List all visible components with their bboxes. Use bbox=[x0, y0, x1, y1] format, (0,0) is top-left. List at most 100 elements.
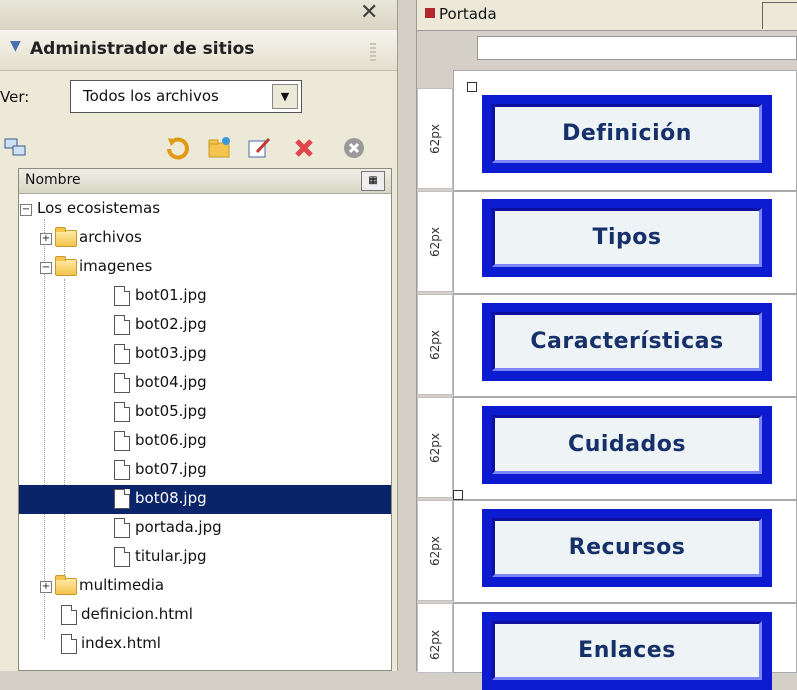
tree-row-root[interactable]: − Los ecosistemas bbox=[19, 195, 391, 224]
edit-icon[interactable] bbox=[246, 134, 274, 162]
tree-row-file[interactable]: portada.jpg bbox=[19, 514, 391, 543]
close-circle-icon[interactable] bbox=[340, 134, 368, 162]
collapse-triangle-icon[interactable]: ▼ bbox=[10, 38, 21, 54]
panel-splitter[interactable] bbox=[397, 0, 417, 671]
grip-icon[interactable] bbox=[370, 43, 376, 61]
tree-item-label: bot04.jpg bbox=[135, 373, 207, 391]
tree-row-file[interactable]: bot04.jpg bbox=[19, 369, 391, 398]
nav-button-definicion[interactable]: Definición bbox=[482, 95, 772, 173]
view-select-value: Todos los archivos bbox=[83, 87, 219, 105]
row-height-text: 62px bbox=[428, 432, 442, 463]
button-label: Enlaces bbox=[492, 621, 762, 680]
close-icon[interactable]: ✕ bbox=[360, 0, 378, 25]
ruler-bar bbox=[477, 36, 797, 60]
tree-row-file[interactable]: index.html bbox=[19, 630, 391, 659]
chevron-down-icon[interactable]: ▼ bbox=[272, 84, 298, 109]
row-height-label: 62px bbox=[417, 397, 453, 498]
expand-icon[interactable]: + bbox=[40, 233, 52, 245]
file-icon bbox=[114, 547, 130, 567]
refresh-icon[interactable] bbox=[164, 134, 192, 162]
tree-item-label: Los ecosistemas bbox=[37, 199, 161, 217]
file-icon bbox=[114, 431, 130, 451]
button-label: Características bbox=[492, 312, 762, 371]
tree-row-file[interactable]: bot01.jpg bbox=[19, 282, 391, 311]
nav-button-recursos[interactable]: Recursos bbox=[482, 509, 772, 587]
view-select[interactable]: Todos los archivos ▼ bbox=[70, 80, 302, 113]
folder-open-icon bbox=[55, 256, 77, 276]
table-cell[interactable]: Cuidados bbox=[453, 397, 797, 500]
document-tab-title[interactable]: Portada bbox=[439, 5, 497, 23]
panel-topbar: ✕ bbox=[0, 0, 397, 31]
view-label: Ver: bbox=[0, 88, 30, 106]
tree-row-file-selected[interactable]: bot08.jpg bbox=[19, 485, 391, 514]
table-cell[interactable]: Características bbox=[453, 294, 797, 397]
nav-button-caracteristicas[interactable]: Características bbox=[482, 303, 772, 381]
file-icon bbox=[61, 605, 77, 625]
file-icon bbox=[114, 402, 130, 422]
tree-row-file[interactable]: bot03.jpg bbox=[19, 340, 391, 369]
collapse-icon[interactable]: − bbox=[20, 204, 32, 216]
tree-row-file[interactable]: titular.jpg bbox=[19, 543, 391, 572]
tree-row-file[interactable]: bot06.jpg bbox=[19, 427, 391, 456]
folder-icon bbox=[55, 575, 77, 595]
collapse-icon[interactable]: − bbox=[40, 262, 52, 274]
connect-icon[interactable] bbox=[2, 134, 30, 162]
tree-row-folder[interactable]: + archivos bbox=[19, 224, 391, 253]
document-icon bbox=[425, 8, 435, 18]
file-icon bbox=[114, 460, 130, 480]
delete-icon[interactable] bbox=[290, 134, 318, 162]
tree-row-file[interactable]: bot02.jpg bbox=[19, 311, 391, 340]
selection-handle[interactable] bbox=[467, 82, 477, 92]
tree-item-label: definicion.html bbox=[81, 605, 193, 623]
tree-item-label: bot03.jpg bbox=[135, 344, 207, 362]
columns-icon[interactable]: ▦ bbox=[361, 171, 385, 191]
button-label: Recursos bbox=[492, 518, 762, 577]
tree-row-file[interactable]: definicion.html bbox=[19, 601, 391, 630]
tree-item-label: portada.jpg bbox=[135, 518, 222, 536]
table-cell[interactable]: Definición bbox=[453, 70, 797, 191]
file-tree[interactable]: Nombre ▦ − Los ecosistemas + archivos − … bbox=[18, 168, 392, 671]
nav-button-cuidados[interactable]: Cuidados bbox=[482, 406, 772, 484]
new-folder-icon[interactable] bbox=[206, 134, 234, 162]
tree-header: Nombre ▦ bbox=[19, 169, 391, 194]
site-manager-panel: ✕ ▼ Administrador de sitios Ver: Todos l… bbox=[0, 0, 397, 671]
file-icon bbox=[114, 489, 130, 509]
tree-item-label: archivos bbox=[79, 228, 142, 246]
button-label: Definición bbox=[492, 104, 762, 163]
tree-item-label: titular.jpg bbox=[135, 547, 207, 565]
selection-handle[interactable] bbox=[453, 490, 463, 500]
table-cell[interactable]: Tipos bbox=[453, 191, 797, 294]
row-height-label: 62px bbox=[417, 500, 453, 601]
file-icon bbox=[114, 373, 130, 393]
button-label: Cuidados bbox=[492, 415, 762, 474]
tree-row-folder[interactable]: + multimedia bbox=[19, 572, 391, 601]
tree-item-label: index.html bbox=[81, 634, 161, 652]
folder-icon bbox=[55, 227, 77, 247]
tree-item-label: bot01.jpg bbox=[135, 286, 207, 304]
expand-icon[interactable]: + bbox=[40, 581, 52, 593]
row-height-text: 62px bbox=[428, 535, 442, 566]
site-toolbar bbox=[0, 128, 397, 168]
nav-button-enlaces[interactable]: Enlaces bbox=[482, 612, 772, 690]
file-icon bbox=[114, 286, 130, 306]
tree-row-file[interactable]: bot05.jpg bbox=[19, 398, 391, 427]
layout-table: 62px 62px 62px 62px 62px 62px Definición… bbox=[417, 70, 797, 690]
column-header-name[interactable]: Nombre bbox=[25, 172, 81, 188]
document-tab-bar: Portada bbox=[417, 0, 797, 31]
row-height-text: 62px bbox=[428, 123, 442, 154]
file-icon bbox=[61, 634, 77, 654]
view-filter-row: Ver: Todos los archivos ▼ bbox=[0, 72, 397, 122]
row-height-text: 62px bbox=[428, 629, 442, 660]
tree-item-label: bot05.jpg bbox=[135, 402, 207, 420]
panel-header[interactable]: ▼ Administrador de sitios bbox=[0, 30, 397, 71]
table-cell[interactable]: Recursos bbox=[453, 500, 797, 603]
table-cell[interactable]: Enlaces bbox=[453, 603, 797, 690]
tab-edge[interactable] bbox=[762, 2, 797, 29]
tree-row-folder[interactable]: − imagenes bbox=[19, 253, 391, 282]
tree-row-file[interactable]: bot07.jpg bbox=[19, 456, 391, 485]
file-icon bbox=[114, 344, 130, 364]
nav-button-tipos[interactable]: Tipos bbox=[482, 199, 772, 277]
tree-item-label: bot02.jpg bbox=[135, 315, 207, 333]
row-height-text: 62px bbox=[428, 329, 442, 360]
tree-item-label: imagenes bbox=[79, 257, 153, 275]
